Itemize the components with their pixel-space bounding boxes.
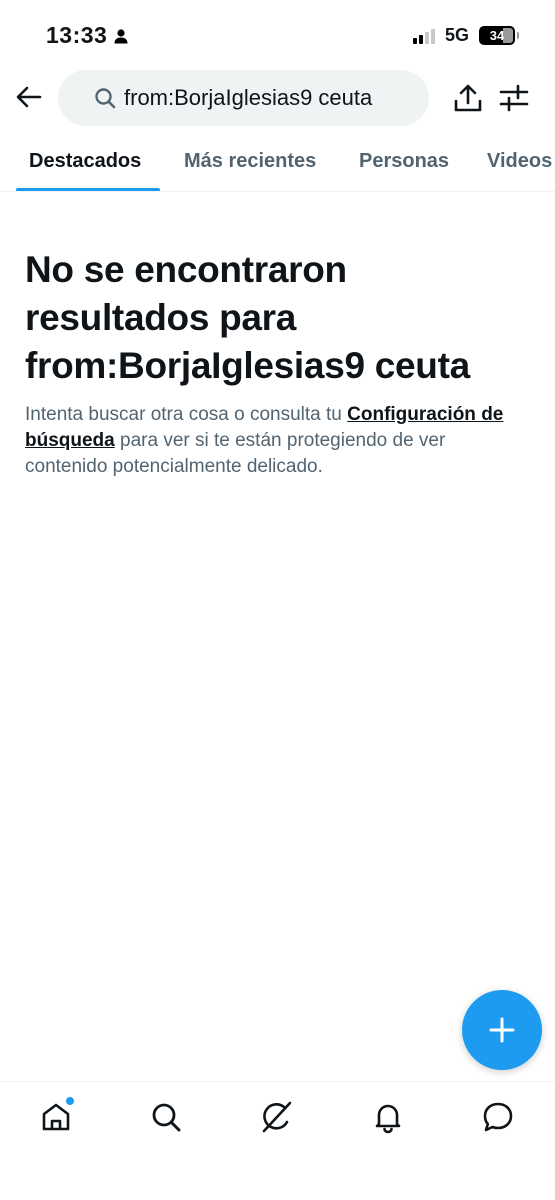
tab-personas[interactable]: Personas bbox=[359, 150, 449, 173]
tab-videos[interactable]: Videos bbox=[487, 150, 552, 173]
tab-mas-recientes[interactable]: Más recientes bbox=[184, 150, 316, 173]
nav-messages[interactable] bbox=[481, 1100, 515, 1134]
desc-text: Intenta buscar otra cosa o consulta tu bbox=[25, 404, 348, 425]
signal-icon bbox=[412, 28, 435, 44]
message-icon bbox=[483, 1102, 513, 1132]
search-query-text: from:BorjaIglesias9 ceuta bbox=[124, 85, 373, 110]
search-icon bbox=[152, 1103, 181, 1132]
search-input[interactable]: from:BorjaIglesias9 ceuta bbox=[58, 70, 429, 126]
share-icon bbox=[454, 84, 482, 112]
nav-notifications[interactable] bbox=[371, 1100, 405, 1134]
arrow-left-icon bbox=[16, 86, 42, 108]
nav-grok[interactable] bbox=[260, 1100, 294, 1134]
search-header: from:BorjaIglesias9 ceuta bbox=[0, 70, 555, 128]
grok-icon bbox=[262, 1101, 292, 1133]
nav-home[interactable] bbox=[39, 1096, 75, 1134]
status-time: 13:33 bbox=[46, 22, 129, 49]
battery-level: 34 bbox=[489, 28, 505, 43]
active-tab-indicator bbox=[16, 188, 160, 191]
empty-state-title: No se encontraron resultados para from:B… bbox=[25, 246, 545, 390]
empty-title-line: No se encontraron bbox=[25, 249, 347, 290]
battery-icon: 34 bbox=[479, 26, 519, 45]
network-type: 5G bbox=[444, 25, 469, 45]
status-bar: 13:33 5G 34 bbox=[0, 0, 555, 70]
bottom-navigation bbox=[0, 1081, 555, 1151]
notification-dot bbox=[65, 1096, 75, 1106]
person-icon bbox=[114, 28, 128, 43]
empty-title-line: resultados para bbox=[25, 297, 297, 338]
empty-title-line: from:BorjaIglesias9 ceuta bbox=[25, 345, 470, 386]
search-tabs: Destacados Más recientes Personas Videos bbox=[0, 128, 555, 192]
back-button[interactable] bbox=[14, 82, 44, 112]
empty-state-description: Intenta buscar otra cosa o consulta tu C… bbox=[25, 402, 525, 480]
plus-icon bbox=[489, 1017, 515, 1043]
filter-settings-button[interactable] bbox=[498, 82, 530, 114]
search-icon bbox=[95, 88, 116, 109]
compose-button[interactable] bbox=[462, 990, 542, 1070]
share-button[interactable] bbox=[453, 82, 483, 114]
status-indicators: 5G 34 bbox=[412, 25, 519, 46]
bell-icon bbox=[375, 1104, 401, 1134]
status-time-text: 13:33 bbox=[46, 22, 108, 48]
tab-destacados[interactable]: Destacados bbox=[29, 150, 141, 173]
nav-search[interactable] bbox=[149, 1100, 183, 1134]
sliders-icon bbox=[499, 84, 529, 112]
